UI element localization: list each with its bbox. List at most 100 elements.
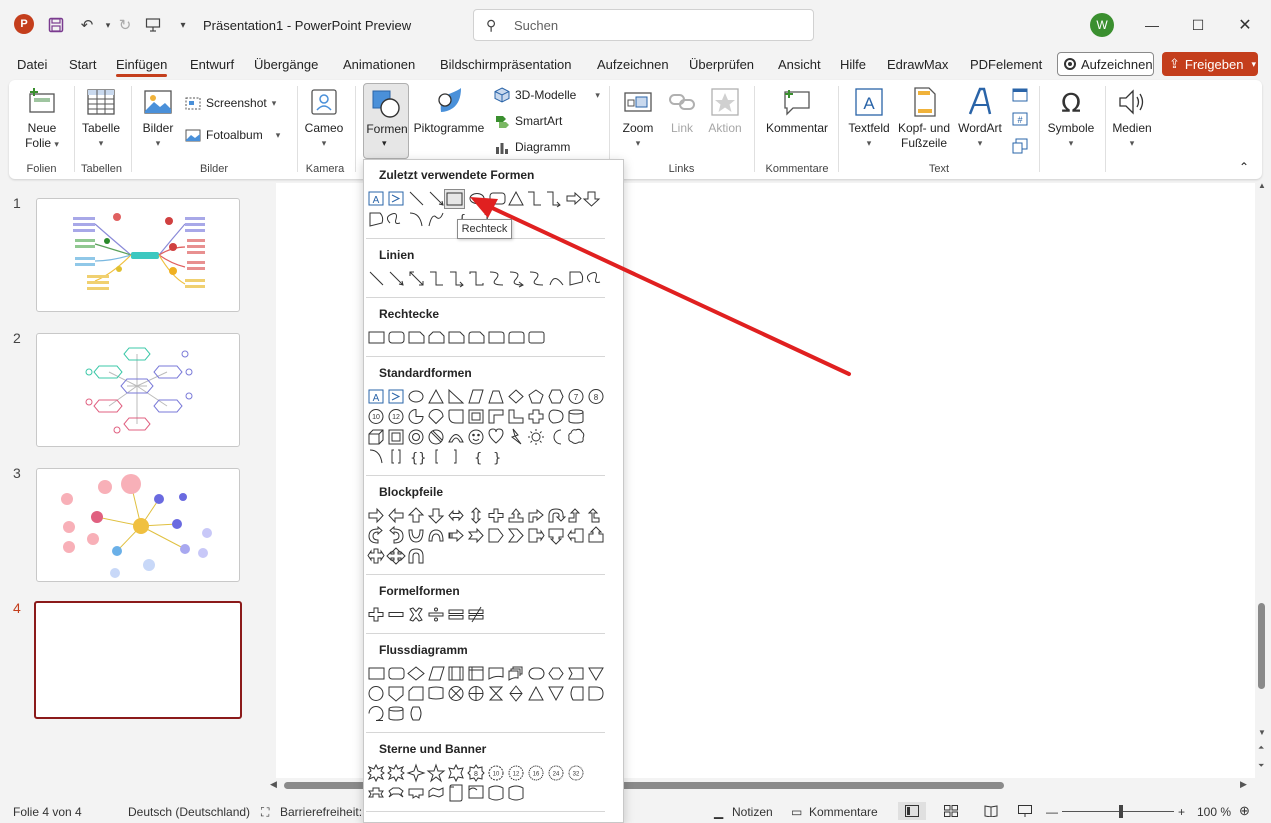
action-button[interactable]: Aktion: [705, 86, 745, 136]
tab-ueberpruefen[interactable]: Überprüfen: [689, 57, 754, 72]
svg-text:32: 32: [573, 772, 580, 778]
tab-uebergaenge[interactable]: Übergänge: [254, 57, 318, 72]
zoom-slider-thumb[interactable]: [1119, 805, 1123, 818]
notes-button[interactable]: Notizen: [732, 805, 773, 819]
date-time-button[interactable]: [1012, 86, 1028, 102]
screenshot-button[interactable]: Screenshot ▾: [185, 95, 276, 111]
rectangles-row[interactable]: [366, 328, 611, 350]
icons-button[interactable]: Piktogramme: [412, 86, 486, 136]
lines-row[interactable]: [366, 269, 611, 291]
pictures-button[interactable]: Bilder ▾: [139, 86, 177, 151]
group-label-camera: Kamera: [305, 163, 345, 175]
slide-thumbnail-2[interactable]: [36, 333, 240, 447]
header-footer-button[interactable]: Kopf- und Fußzeile: [896, 86, 952, 151]
link-button[interactable]: Link: [665, 86, 699, 136]
close-icon[interactable]: ✕: [1233, 13, 1257, 37]
next-slide-icon[interactable]: ⏷: [1258, 761, 1264, 771]
block-arrows-grid[interactable]: [366, 506, 611, 568]
language-indicator[interactable]: Deutsch (Deutschland): [128, 805, 250, 819]
smartart-button[interactable]: SmartArt: [494, 113, 562, 129]
scroll-left-icon[interactable]: ◀: [270, 779, 277, 790]
vertical-scrollbar[interactable]: ▲ ▼ ⏶ ⏷: [1255, 181, 1269, 778]
section-equation-shapes: Formelformen: [379, 584, 460, 598]
slide-thumbnail-4[interactable]: [34, 601, 242, 719]
media-button[interactable]: Medien ▾: [1109, 86, 1155, 151]
pictures-dropdown-icon: ▾: [155, 138, 161, 148]
minimize-icon[interactable]: —: [1140, 13, 1164, 37]
save-icon[interactable]: [45, 14, 67, 36]
flowchart-shapes-grid[interactable]: [366, 664, 611, 726]
powerpoint-logo-icon: P: [14, 14, 34, 34]
zoom-out-icon[interactable]: —: [1046, 805, 1058, 819]
fit-slide-icon[interactable]: ⊕: [1239, 803, 1250, 819]
wordart-button[interactable]: WordArt ▾: [954, 86, 1006, 151]
new-slide-button[interactable]: Neue Folie ▾: [23, 86, 61, 152]
scroll-up-icon[interactable]: ▲: [1258, 181, 1266, 190]
slide-number-button[interactable]: #: [1012, 111, 1028, 127]
header-footer-icon: [914, 87, 936, 117]
avatar[interactable]: W: [1090, 13, 1114, 37]
tab-ansicht[interactable]: Ansicht: [778, 57, 821, 72]
group-label-links: Links: [668, 163, 695, 175]
rectangle-shape-hover[interactable]: [444, 189, 465, 209]
new-slide-icon: [29, 88, 55, 113]
tab-edrawmax[interactable]: EdrawMax: [887, 57, 948, 72]
tab-start[interactable]: Start: [69, 57, 96, 72]
comments-button[interactable]: Kommentare: [809, 805, 878, 819]
collapse-ribbon-icon[interactable]: ⌃: [1239, 160, 1249, 174]
section-block-arrows: Blockpfeile: [379, 485, 444, 499]
redo-icon[interactable]: ↻: [114, 14, 136, 36]
search-input[interactable]: ⚲ Suchen: [473, 9, 814, 41]
group-label-images: Bilder: [199, 163, 229, 175]
tab-hilfe[interactable]: Hilfe: [840, 57, 866, 72]
section-divider: [366, 475, 605, 476]
zoom-level[interactable]: 100 %: [1197, 805, 1231, 819]
tab-animationen[interactable]: Animationen: [343, 57, 415, 72]
stars-banners-grid[interactable]: 8 10 12 16 24 32: [366, 763, 611, 805]
slide-number: 3: [13, 465, 21, 481]
section-divider: [366, 574, 605, 575]
chart-button[interactable]: Diagramm: [494, 139, 570, 155]
share-button[interactable]: ⇪ Freigeben ▾: [1162, 52, 1258, 76]
photo-album-button[interactable]: Fotoalbum ▾: [185, 127, 280, 143]
scroll-right-icon[interactable]: ▶: [1240, 779, 1247, 790]
cameo-button[interactable]: Cameo ▾: [304, 86, 344, 151]
customize-toolbar-icon[interactable]: ▾: [172, 14, 194, 36]
standard-shapes-grid[interactable]: A 7 8 10 12 {} {}: [366, 387, 611, 469]
normal-view-icon[interactable]: [898, 802, 926, 820]
vertical-scroll-thumb[interactable]: [1258, 603, 1265, 689]
svg-text:8: 8: [474, 771, 478, 778]
object-button[interactable]: [1012, 138, 1028, 154]
comment-button[interactable]: Kommentar: [762, 86, 832, 136]
zoom-button[interactable]: Zoom ▾: [618, 86, 658, 151]
scroll-down-icon[interactable]: ▼: [1258, 728, 1266, 737]
group-label-comments: Kommentare: [765, 163, 829, 175]
3d-models-button[interactable]: 3D-Modelle ▾: [494, 87, 600, 103]
symbols-button[interactable]: Ω Symbole ▾: [1044, 86, 1098, 151]
textbox-button[interactable]: A Textfeld ▾: [846, 86, 892, 151]
table-button[interactable]: Tabelle ▾: [81, 86, 121, 151]
zoom-slider-track[interactable]: [1062, 811, 1174, 812]
slide-thumbnail-3[interactable]: [36, 468, 240, 582]
record-button[interactable]: Aufzeichnen: [1057, 52, 1154, 76]
slideshow-view-icon[interactable]: [1018, 805, 1032, 820]
undo-icon[interactable]: ↶: [76, 14, 98, 36]
zoom-in-icon[interactable]: +: [1178, 805, 1185, 819]
previous-slide-icon[interactable]: ⏶: [1258, 743, 1264, 753]
tab-datei[interactable]: Datei: [17, 57, 47, 72]
tab-einfuegen[interactable]: Einfügen: [116, 57, 168, 77]
group-label-text: Text: [928, 163, 950, 175]
tab-entwurf[interactable]: Entwurf: [190, 57, 234, 72]
present-icon[interactable]: [142, 14, 164, 36]
slide-sorter-icon[interactable]: [944, 805, 958, 820]
slide-thumbnail-1[interactable]: [36, 198, 240, 312]
equation-shapes-row[interactable]: [366, 605, 611, 627]
accessibility-status[interactable]: Barrierefreiheit: G: [280, 805, 375, 819]
reading-view-icon[interactable]: [984, 805, 998, 820]
tab-pdfelement[interactable]: PDFelement: [970, 57, 1042, 72]
tab-bildschirmpraesentation[interactable]: Bildschirmpräsentation: [440, 57, 572, 72]
maximize-icon[interactable]: ☐: [1186, 13, 1210, 37]
section-stars-banners: Sterne und Banner: [379, 742, 487, 756]
notes-icon: ▁: [714, 805, 724, 819]
tab-aufzeichnen[interactable]: Aufzeichnen: [597, 57, 669, 72]
